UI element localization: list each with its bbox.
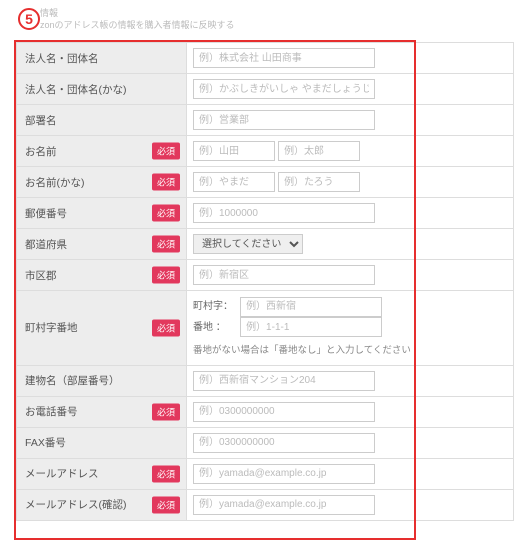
label-phone: お電話番号必須 [17,396,187,427]
label-department: 部署名 [17,105,187,136]
required-badge: 必須 [152,319,180,336]
postal-input[interactable] [193,203,375,223]
fax-input[interactable] [193,433,375,453]
label-email-confirm: メールアドレス(確認)必須 [17,489,187,520]
phone-input[interactable] [193,402,375,422]
required-badge: 必須 [152,496,180,513]
label-town-block: 町村字番地必須 [17,291,187,366]
company-input[interactable] [193,48,375,68]
label-prefecture: 都道府県必須 [17,229,187,260]
section-header: 情報 zonのアドレス帳の情報を購入者情報に反映する [40,8,235,31]
name-last-input[interactable] [193,141,275,161]
department-input[interactable] [193,110,375,130]
label-fax: FAX番号 [17,427,187,458]
header-line2: zonのアドレス帳の情報を購入者情報に反映する [40,20,235,32]
prefecture-select[interactable]: 選択してください [193,234,303,254]
name-first-input[interactable] [278,141,360,161]
block-input[interactable] [240,317,382,337]
required-badge: 必須 [152,267,180,284]
label-name: お名前必須 [17,136,187,167]
label-company: 法人名・団体名 [17,43,187,74]
required-badge: 必須 [152,205,180,222]
header-line1: 情報 [40,8,235,20]
buyer-info-form: 法人名・団体名 法人名・団体名(かな) 部署名 お名前必須 お名前(かな)必須 … [16,42,514,521]
town-hint: 番地がない場合は「番地なし」と入力してください [193,342,507,360]
company-kana-input[interactable] [193,79,375,99]
required-badge: 必須 [152,465,180,482]
step-number-circle: 5 [18,8,40,30]
email-input[interactable] [193,464,375,484]
label-postal: 郵便番号必須 [17,198,187,229]
label-email: メールアドレス必須 [17,458,187,489]
label-city: 市区郡必須 [17,260,187,291]
name-kana-last-input[interactable] [193,172,275,192]
city-input[interactable] [193,265,375,285]
block-sublabel: 番地 ： [193,318,237,337]
town-sublabel: 町村字： [193,297,237,316]
name-kana-first-input[interactable] [278,172,360,192]
email-confirm-input[interactable] [193,495,375,515]
required-badge: 必須 [152,143,180,160]
required-badge: 必須 [152,403,180,420]
required-badge: 必須 [152,174,180,191]
building-input[interactable] [193,371,375,391]
step-number: 5 [25,11,33,27]
label-company-kana: 法人名・団体名(かな) [17,74,187,105]
label-name-kana: お名前(かな)必須 [17,167,187,198]
required-badge: 必須 [152,236,180,253]
town-input[interactable] [240,297,382,317]
label-building: 建物名（部屋番号） [17,365,187,396]
